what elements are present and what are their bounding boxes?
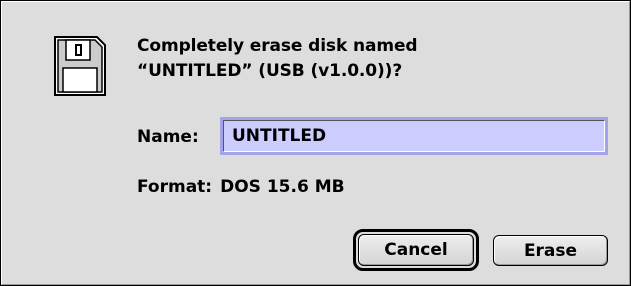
- format-value: DOS 15.6 MB: [220, 177, 345, 197]
- message-line-2: “UNTITLED” (USB (v1.0.0))?: [137, 61, 403, 81]
- floppy-disk-icon: [54, 36, 106, 96]
- message-line-1: Completely erase disk named: [137, 36, 418, 56]
- erase-confirmation-message: Completely erase disk named “UNTITLED” (…: [137, 34, 418, 84]
- erase-disk-dialog: Completely erase disk named “UNTITLED” (…: [0, 0, 631, 286]
- name-label: Name:: [137, 127, 199, 147]
- cancel-button[interactable]: Cancel: [358, 234, 474, 266]
- format-info: Format: DOS 15.6 MB: [137, 177, 345, 197]
- name-field-focus-ring: [220, 117, 608, 155]
- format-label: Format:: [137, 177, 213, 197]
- erase-button[interactable]: Erase: [493, 235, 608, 266]
- disk-name-input[interactable]: [223, 120, 605, 152]
